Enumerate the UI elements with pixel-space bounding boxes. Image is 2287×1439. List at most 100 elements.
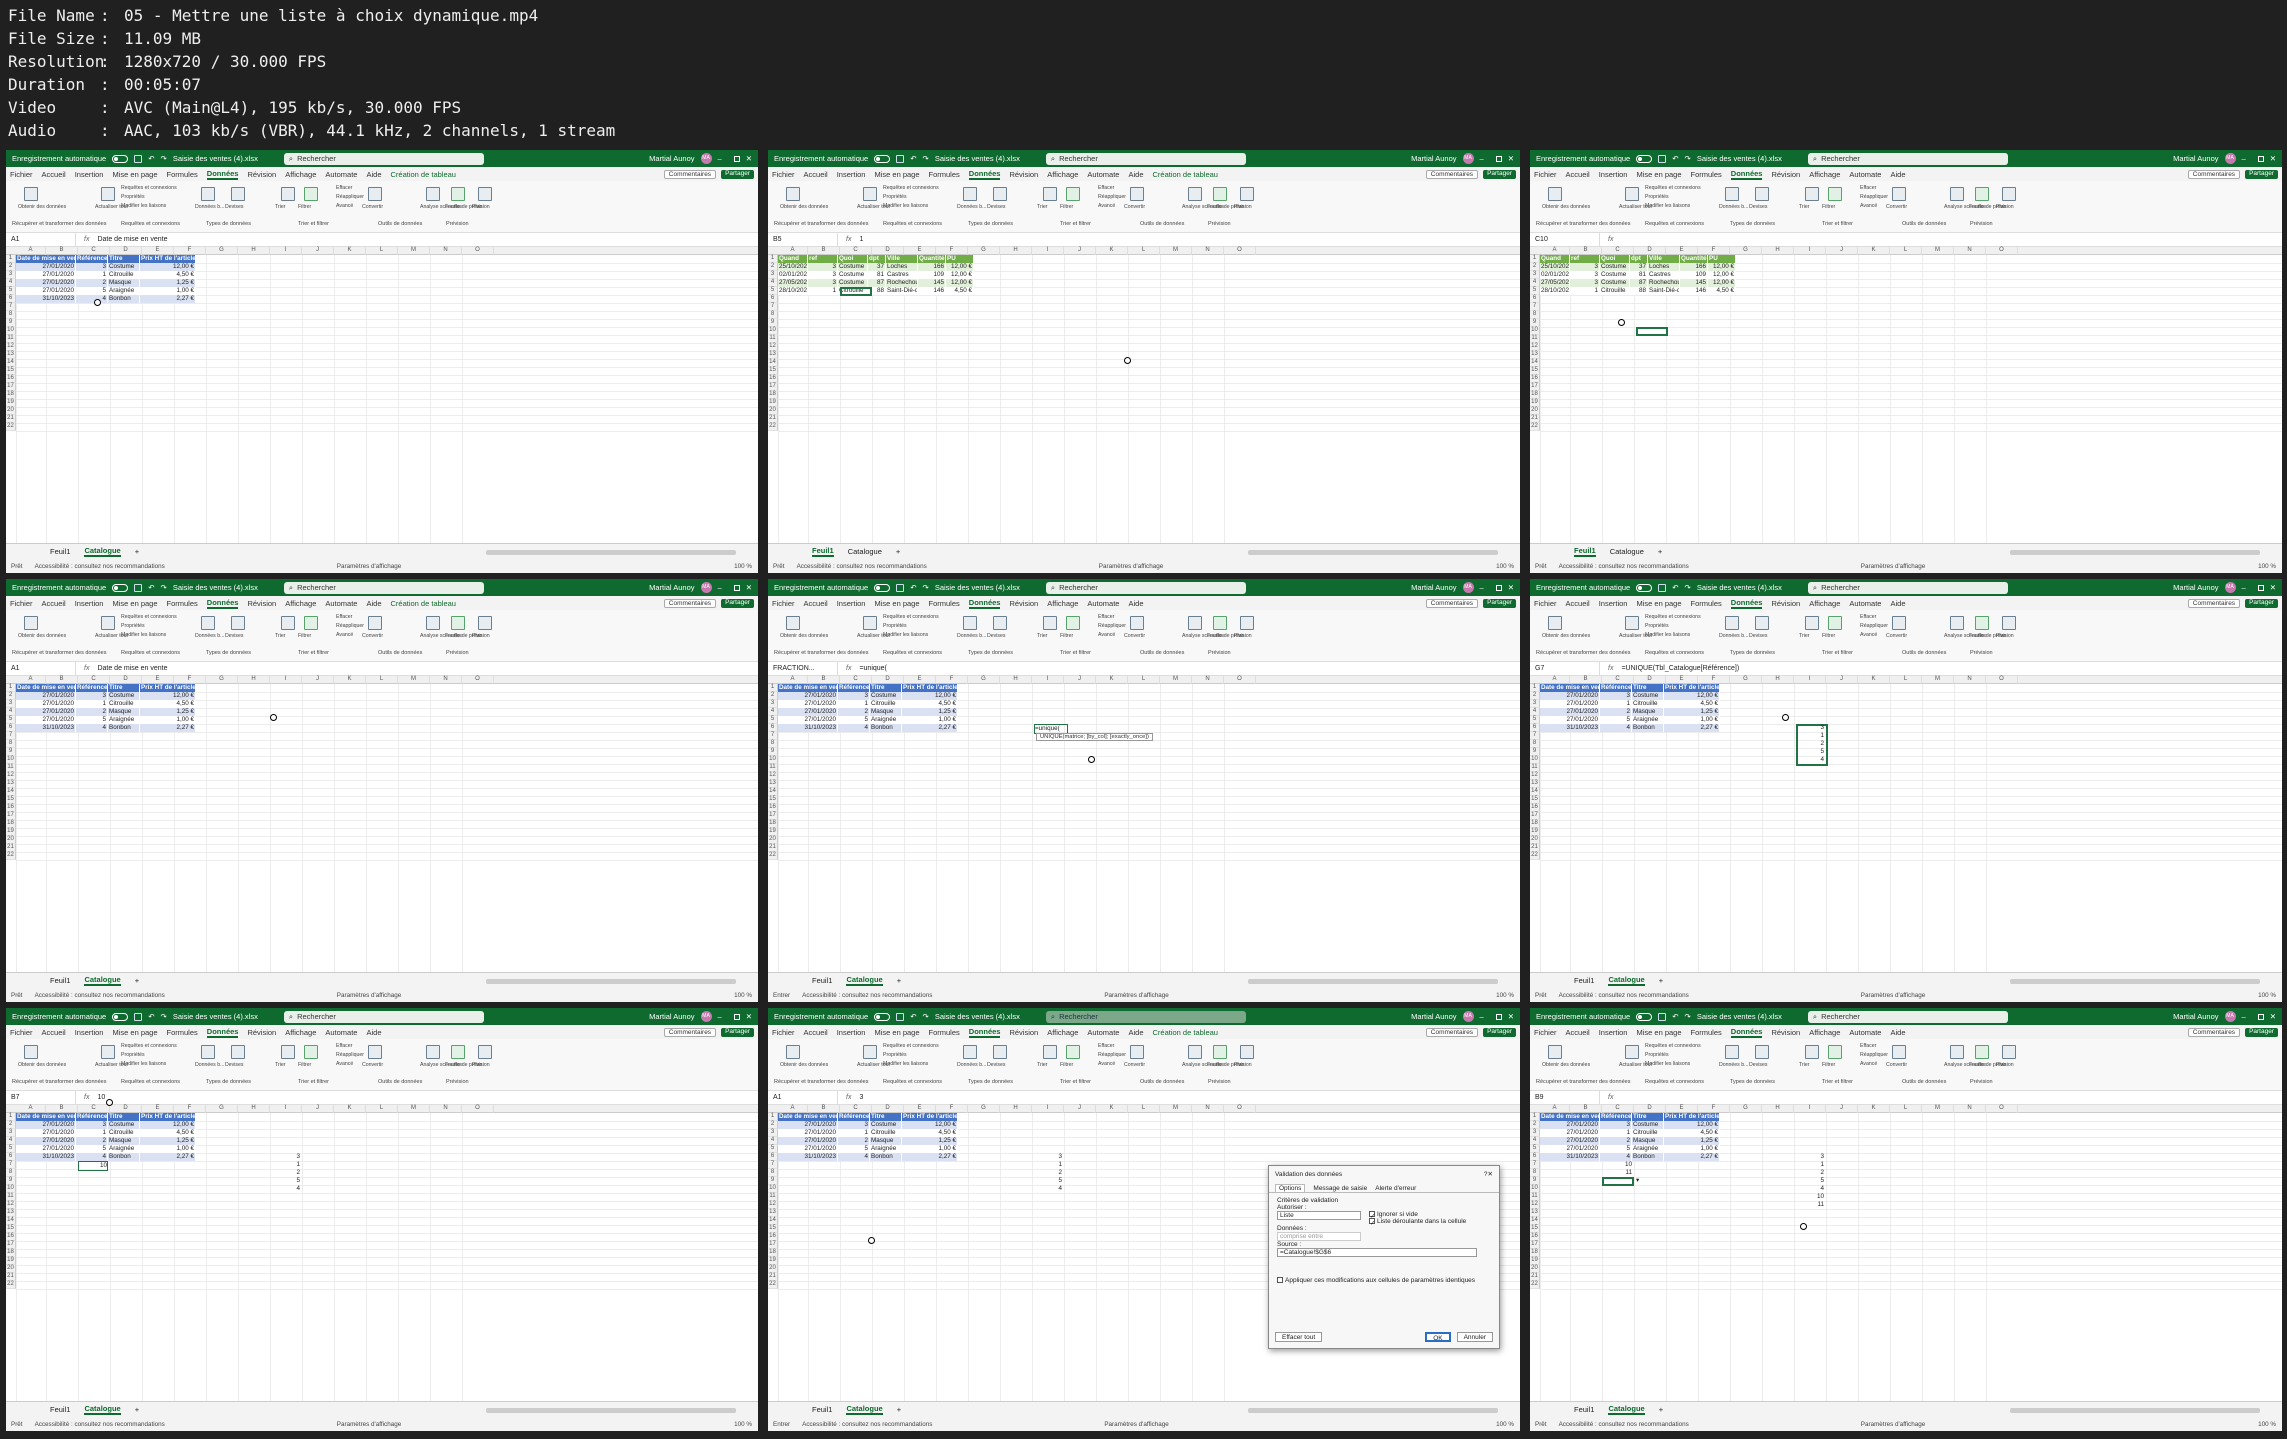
ribbon-small-button[interactable]: Avancé	[1098, 1061, 1115, 1067]
comments-button[interactable]: Commentaires	[663, 1027, 717, 1037]
whatif-icon[interactable]	[426, 187, 440, 201]
ribbon-small-button[interactable]: Propriétés	[121, 623, 145, 629]
table-cell[interactable]: 4	[838, 724, 870, 732]
maximize-icon[interactable]	[733, 1013, 740, 1020]
row-header[interactable]: 2	[6, 263, 16, 271]
column-header[interactable]: K	[1096, 247, 1128, 255]
table-cell[interactable]: 1,25 €	[902, 708, 958, 716]
table-cell[interactable]: 1,00 €	[1664, 716, 1720, 724]
table-cell[interactable]: 31/10/2023	[16, 295, 76, 303]
stocks-icon[interactable]	[963, 1045, 977, 1059]
row-header[interactable]: 17	[6, 812, 16, 820]
row-header[interactable]: 6	[768, 1153, 778, 1161]
spill-value[interactable]: 5	[1034, 1177, 1062, 1185]
column-header[interactable]: A	[1540, 1105, 1570, 1113]
row-header[interactable]: 20	[6, 836, 16, 844]
menu-8[interactable]: Affichage	[1809, 170, 1840, 179]
menu-7[interactable]: Révision	[1771, 170, 1800, 179]
row-header[interactable]: 21	[6, 1273, 16, 1281]
column-header[interactable]: H	[1762, 1105, 1794, 1113]
table-cell[interactable]: Bonbon	[108, 295, 140, 303]
column-header[interactable]: O	[1224, 1105, 1256, 1113]
menu-table-design[interactable]: Création de tableau	[391, 599, 456, 608]
row-header[interactable]: 6	[768, 295, 778, 303]
table-cell[interactable]: 4	[838, 1153, 870, 1161]
table-cell[interactable]: Costume	[108, 1121, 140, 1129]
whatif-icon[interactable]	[1188, 1045, 1202, 1059]
menu-4[interactable]: Mise en page	[1636, 170, 1681, 179]
column-header[interactable]: K	[334, 247, 366, 255]
display-settings[interactable]: Paramètres d'affichage	[1861, 563, 1925, 570]
menu-5[interactable]: Formules	[929, 170, 960, 179]
column-header[interactable]: M	[1922, 247, 1954, 255]
spreadsheet-grid[interactable]: A B C D E F G H I J K L M N O 1 2 3 4 5 6 7 8 9 10 11 12 13 14 15 16 17…	[1530, 247, 2282, 543]
row-header[interactable]: 22	[6, 852, 16, 860]
sheet-tab[interactable]: Feuil1	[812, 546, 834, 557]
column-header[interactable]: F	[936, 1105, 968, 1113]
table-cell[interactable]: Araignée	[108, 1145, 140, 1153]
menu-10[interactable]: Aide	[366, 1028, 381, 1037]
row-header[interactable]: 16	[768, 804, 778, 812]
get-data-icon[interactable]	[1548, 616, 1562, 630]
column-header[interactable]: B	[46, 247, 78, 255]
whatif-icon[interactable]	[426, 1045, 440, 1059]
table-header-cell[interactable]: Date de mise en vente	[16, 255, 76, 263]
minimize-icon[interactable]: –	[718, 154, 722, 163]
ribbon-small-button[interactable]: Requêtes et connexions	[883, 614, 939, 620]
autosave-toggle[interactable]	[1636, 583, 1653, 592]
spill-value[interactable]: 3	[1796, 724, 1824, 732]
maximize-icon[interactable]	[1495, 1013, 1502, 1020]
ribbon-small-button[interactable]: Modifier les liaisons	[121, 1061, 166, 1067]
row-header[interactable]: 8	[6, 1169, 16, 1177]
column-header[interactable]: K	[1096, 676, 1128, 684]
column-header[interactable]: O	[1224, 676, 1256, 684]
table-cell[interactable]: 27/01/2020	[16, 1145, 76, 1153]
ribbon-small-button[interactable]: Effacer	[1860, 614, 1876, 620]
row-header[interactable]: 2	[1530, 1121, 1540, 1129]
table-cell[interactable]: 12,00 €	[946, 279, 974, 287]
row-header[interactable]: 1	[6, 255, 16, 263]
undo-icon[interactable]: ↶	[1672, 583, 1678, 592]
column-header[interactable]: A	[778, 1105, 808, 1113]
spill-value[interactable]: 5	[272, 1177, 300, 1185]
menu-3[interactable]: Insertion	[1599, 170, 1628, 179]
currencies-icon[interactable]	[993, 187, 1007, 201]
row-header[interactable]: 2	[6, 1121, 16, 1129]
menu-3[interactable]: Insertion	[837, 599, 866, 608]
column-header[interactable]: I	[270, 676, 302, 684]
table-cell[interactable]: 5	[76, 287, 108, 295]
row-header[interactable]: 13	[768, 351, 778, 359]
get-data-icon[interactable]	[24, 1045, 38, 1059]
column-header[interactable]: E	[142, 676, 174, 684]
column-header[interactable]: O	[462, 676, 494, 684]
row-header[interactable]: 7	[768, 732, 778, 740]
filter-icon[interactable]	[304, 187, 318, 201]
table-cell[interactable]: 1,25 €	[1664, 708, 1720, 716]
horizontal-scrollbar[interactable]	[2010, 1408, 2260, 1413]
horizontal-scrollbar[interactable]	[486, 1408, 736, 1413]
table-cell[interactable]: 27/01/2020	[1540, 700, 1600, 708]
menu-2[interactable]: Accueil	[1566, 599, 1590, 608]
accessibility-status[interactable]: Accessibilité : consultez nos recommanda…	[1559, 992, 1689, 999]
table-header-cell[interactable]: ref	[808, 255, 838, 263]
column-header[interactable]: I	[270, 247, 302, 255]
column-header[interactable]: I	[1794, 1105, 1826, 1113]
table-cell[interactable]: 31/10/2023	[16, 1153, 76, 1161]
spill-value[interactable]: 1	[1796, 1161, 1824, 1169]
table-cell[interactable]: 27/01/2020	[16, 271, 76, 279]
table-cell[interactable]: 12,00 €	[1708, 263, 1736, 271]
row-header[interactable]: 22	[768, 852, 778, 860]
row-header[interactable]: 18	[1530, 391, 1540, 399]
row-header[interactable]: 19	[768, 1257, 778, 1265]
row-header[interactable]: 15	[768, 796, 778, 804]
whatif-icon[interactable]	[1188, 616, 1202, 630]
column-header[interactable]: J	[1064, 247, 1096, 255]
column-header[interactable]: I	[1794, 676, 1826, 684]
row-header[interactable]: 7	[6, 732, 16, 740]
menu-9[interactable]: Automate	[1087, 170, 1119, 179]
column-header[interactable]: L	[1128, 1105, 1160, 1113]
column-header[interactable]: O	[1986, 676, 2018, 684]
table-cell[interactable]: Castres	[1648, 271, 1680, 279]
table-cell[interactable]: 3	[808, 263, 838, 271]
row-header[interactable]: 5	[768, 1145, 778, 1153]
